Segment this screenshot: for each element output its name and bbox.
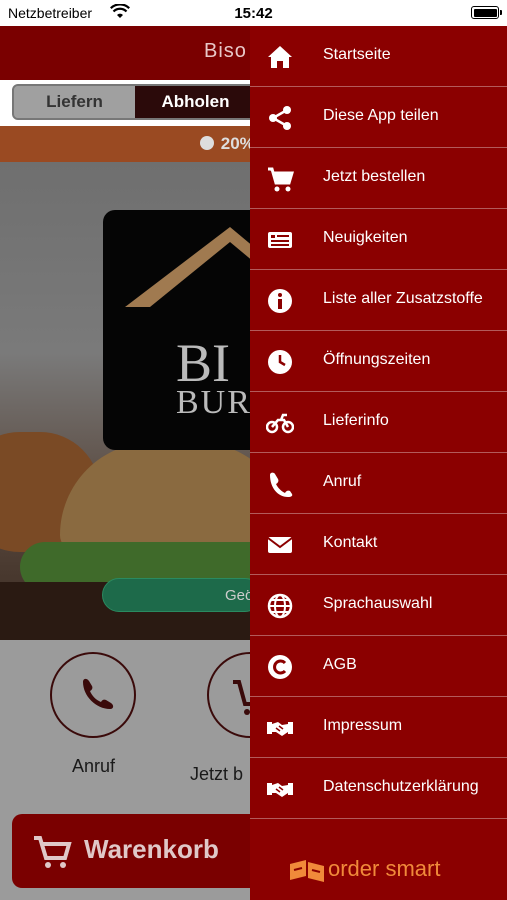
- menu-label-language: Sprachauswahl: [323, 595, 433, 612]
- status-bar: Netzbetreiber 15:42: [0, 0, 507, 26]
- menu-label-order: Jetzt bestellen: [323, 168, 426, 185]
- clock-icon: [268, 350, 292, 374]
- call-label: Anruf: [72, 756, 116, 776]
- copyright-icon: [268, 655, 292, 679]
- globe-icon: [267, 593, 293, 619]
- clock-time: 15:42: [234, 5, 273, 22]
- app-title: Biso: [204, 40, 247, 62]
- share-icon: [269, 106, 291, 130]
- brand-name: order smart: [328, 856, 441, 881]
- order-now-label: Jetzt b: [190, 764, 244, 784]
- side-drawer: Startseite Diese App teilen Jetzt bestel…: [250, 26, 507, 900]
- mail-icon: [267, 537, 293, 553]
- menu-label-privacy: Datenschutzerklärung: [323, 778, 479, 795]
- menu-label-share: Diese App teilen: [323, 107, 439, 124]
- menu-label-contact: Kontakt: [323, 534, 378, 551]
- cart-label: Warenkorb: [84, 834, 219, 864]
- home-icon: [268, 46, 292, 68]
- menu-item-imprint[interactable]: Impressum: [250, 697, 507, 758]
- menu-label-opening-hours: Öffnungszeiten: [323, 351, 431, 368]
- order-smart-logo-icon: [290, 860, 324, 882]
- battery-icon: [471, 6, 502, 19]
- info-icon: [268, 289, 292, 313]
- menu-item-news[interactable]: Neuigkeiten: [250, 209, 507, 270]
- menu-item-language[interactable]: Sprachauswahl: [250, 575, 507, 636]
- handshake-icon: [267, 783, 293, 797]
- segment-deliver[interactable]: Liefern: [14, 86, 135, 118]
- logo-text-line2: BUR: [176, 384, 252, 421]
- cart-button[interactable]: Warenkorb: [12, 814, 262, 888]
- menu-item-additives[interactable]: Liste aller Zusatzstoffe: [250, 270, 507, 331]
- menu-item-contact[interactable]: Kontakt: [250, 514, 507, 575]
- menu-label-home: Startseite: [323, 46, 391, 63]
- menu-label-additives: Liste aller Zusatzstoffe: [323, 290, 483, 307]
- menu-label-terms: AGB: [323, 656, 357, 673]
- logo-triangle-icon: [125, 227, 260, 307]
- news-icon: [268, 232, 292, 248]
- menu-item-opening-hours[interactable]: Öffnungszeiten: [250, 331, 507, 392]
- menu-item-order[interactable]: Jetzt bestellen: [250, 148, 507, 209]
- promo-text: 20%: [198, 134, 255, 154]
- menu-item-delivery-info[interactable]: Lieferinfo: [250, 392, 507, 453]
- delivery-mode-toggle[interactable]: Liefern Abholen: [12, 84, 258, 120]
- menu-item-share[interactable]: Diese App teilen: [250, 87, 507, 148]
- segment-pickup[interactable]: Abholen: [135, 86, 256, 118]
- menu-label-news: Neuigkeiten: [323, 229, 408, 246]
- motorcycle-icon: [266, 413, 294, 434]
- handshake-icon: [267, 722, 293, 736]
- menu-item-home[interactable]: Startseite: [250, 26, 507, 87]
- menu-label-delivery-info: Lieferinfo: [323, 412, 389, 429]
- badge-icon: [200, 136, 214, 150]
- cart-icon: [34, 836, 72, 868]
- call-button[interactable]: [50, 652, 136, 738]
- menu-item-privacy[interactable]: Datenschutzerklärung: [250, 758, 507, 819]
- phone-icon: [83, 678, 114, 709]
- open-status-badge: Geö: [102, 578, 262, 612]
- menu-label-call: Anruf: [323, 473, 362, 490]
- cart-icon: [268, 167, 294, 192]
- menu-item-call[interactable]: Anruf: [250, 453, 507, 514]
- menu-item-terms[interactable]: AGB: [250, 636, 507, 697]
- phone-icon: [270, 472, 293, 497]
- menu-label-imprint: Impressum: [323, 717, 403, 734]
